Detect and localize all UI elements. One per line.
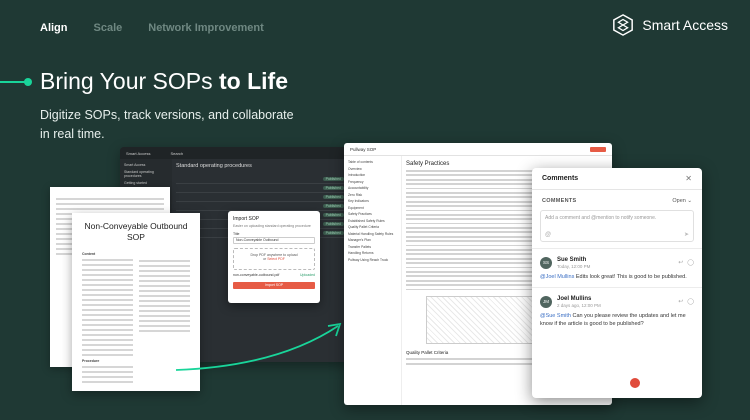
modal-title: Import SOP — [233, 216, 260, 222]
page-subtitle: Digitize SOPs, track versions, and colla… — [40, 108, 294, 141]
reply-icon[interactable]: ↩ — [678, 259, 683, 266]
comment-placeholder: Add a comment and @mention to notify som… — [545, 215, 657, 221]
drop-or: or — [263, 257, 267, 261]
import-sop-modal: Import SOP Easier on uploading standard … — [228, 211, 320, 303]
modal-subtitle: Easier on uploading standard operating p… — [233, 224, 311, 228]
headline-bold: to Life — [219, 68, 288, 94]
table-row[interactable]: Published — [176, 193, 344, 202]
sidebar-item[interactable]: Getting started — [124, 181, 168, 185]
chevron-down-icon: ⌄ — [687, 198, 692, 204]
select-pdf-link[interactable]: Select PDF — [267, 257, 285, 261]
comments-filter: COMMENTS Open ⌄ — [532, 190, 702, 208]
toc-item[interactable]: Introduction — [348, 173, 397, 177]
tab-scale[interactable]: Scale — [94, 22, 123, 34]
toc-item[interactable]: Transfer Pallets — [348, 245, 397, 249]
app-search[interactable]: Search — [170, 151, 183, 156]
accent-line — [0, 81, 26, 83]
toc-item[interactable]: Frequency — [348, 180, 397, 184]
toc-item[interactable]: Safety Practices — [348, 212, 397, 216]
floating-action-button[interactable] — [630, 378, 640, 388]
paper-section-content: Content — [82, 252, 96, 256]
toc-item[interactable]: Material Handling Safety Rules — [348, 232, 397, 236]
table-row[interactable]: Published — [176, 202, 344, 211]
toc-item[interactable]: Accountability — [348, 186, 397, 190]
status-badge: Published — [322, 213, 344, 217]
status-badge: Published — [322, 195, 344, 199]
reply-icon[interactable]: ↩ — [678, 298, 683, 305]
comment-item: JM Joel Mullins 2 days ago, 12:00 PM ↩ ◯… — [532, 287, 702, 334]
top-nav: Align Scale Network Improvement — [40, 22, 264, 34]
toc-item[interactable]: Zero Risk — [348, 193, 397, 197]
page-title: Bring Your SOPs to Life — [40, 68, 288, 95]
avatar: JM — [540, 296, 552, 308]
resolve-icon[interactable]: ◯ — [687, 298, 694, 305]
tab-network-improvement[interactable]: Network Improvement — [148, 22, 264, 34]
comment-body: Edits look great! This is good to be pub… — [574, 274, 687, 280]
mention[interactable]: @Sue Smith — [540, 313, 571, 319]
comments-title: Comments — [542, 175, 579, 182]
smart-access-logo-icon — [613, 14, 634, 36]
title-label: Title — [233, 232, 240, 236]
mention[interactable]: @Joel Mullins — [540, 274, 574, 280]
pdf-dropzone[interactable]: Drop PDF anywhere to upload or Select PD… — [233, 248, 315, 270]
app-topbar: Smart Access Search — [120, 147, 350, 159]
toc-item[interactable]: Pullway Using Reach Truck — [348, 258, 397, 262]
close-icon[interactable]: ✕ — [685, 174, 692, 183]
toc-item[interactable]: Quality Pallet Criteria — [348, 225, 397, 229]
paper-title: Non-Conveyable Outbound SOP — [84, 221, 188, 242]
status-badge: Published — [322, 186, 344, 190]
comment-text: @Joel Mullins Edits look great! This is … — [540, 273, 694, 281]
doc-topbar: Pullway SOP — [344, 143, 612, 156]
toc-item[interactable]: Established Safety Rules — [348, 219, 397, 223]
title-input[interactable]: Non-Conveyable Outbound — [233, 237, 315, 244]
toc-item[interactable]: Overview — [348, 167, 397, 171]
brand-name: Smart Access — [642, 17, 728, 33]
comment-author: Joel Mullins — [557, 296, 592, 302]
comment-item: SS Sue Smith Today, 12:00 PM ↩ ◯ @Joel M… — [532, 248, 702, 287]
filter-label: COMMENTS — [542, 198, 577, 204]
avatar: SS — [540, 257, 552, 269]
doc-action-button[interactable] — [590, 146, 606, 152]
status-badge: Published — [322, 204, 344, 208]
status-badge: Published — [322, 231, 344, 235]
comments-panel: Comments ✕ COMMENTS Open ⌄ Add a comment… — [532, 168, 702, 398]
tab-align[interactable]: Align — [40, 22, 68, 34]
table-row[interactable]: Published — [176, 184, 344, 193]
brand[interactable]: Smart Access — [612, 14, 728, 36]
arrow-icon — [175, 322, 342, 371]
toc-item[interactable]: Equipment — [348, 206, 397, 210]
comment-text: @Sue Smith Can you please review the upd… — [540, 312, 694, 328]
doc-heading: Safety Practices — [406, 161, 450, 167]
toc-item[interactable]: Manager's Plan — [348, 238, 397, 242]
comment-author: Sue Smith — [557, 257, 587, 263]
paper-section-procedure: Procedure — [82, 359, 100, 363]
comment-input[interactable]: Add a comment and @mention to notify som… — [540, 210, 694, 242]
toc-item[interactable]: Key Indicators — [348, 199, 397, 203]
filter-dropdown[interactable]: Open ⌄ — [672, 198, 692, 204]
app-brand: Smart Access — [126, 150, 151, 156]
toc-item[interactable]: Handling Returns — [348, 251, 397, 255]
doc-title: Pullway SOP — [350, 146, 377, 152]
import-sop-button[interactable]: Import SOP — [233, 282, 315, 289]
uploaded-file: non-conveyable-outbound.pdf Uploaded — [233, 273, 315, 277]
table-row[interactable]: Published — [176, 175, 344, 184]
comment-time: Today, 12:00 PM — [557, 264, 591, 269]
app-title: Standard operating procedures — [176, 163, 252, 169]
sidebar-item[interactable]: Smart Access — [124, 163, 168, 167]
filter-value: Open — [672, 198, 686, 204]
comments-header: Comments ✕ — [532, 168, 702, 190]
status-badge: Published — [322, 222, 344, 226]
table-of-contents: Table of contents Overview Introduction … — [344, 156, 402, 405]
comment-time: 2 days ago, 12:00 PM — [557, 303, 601, 308]
send-icon[interactable]: ➤ — [684, 231, 689, 238]
resolve-icon[interactable]: ◯ — [687, 259, 694, 266]
file-status: Uploaded — [300, 273, 315, 277]
accent-dot — [24, 78, 32, 86]
mention-icon[interactable]: @ — [545, 232, 551, 238]
headline-regular: Bring Your SOPs — [40, 68, 219, 94]
sidebar-item[interactable]: Standard operating procedures — [124, 170, 168, 178]
status-badge: Published — [322, 177, 344, 181]
file-name: non-conveyable-outbound.pdf — [233, 273, 280, 277]
toc-header: Table of contents — [348, 160, 373, 164]
